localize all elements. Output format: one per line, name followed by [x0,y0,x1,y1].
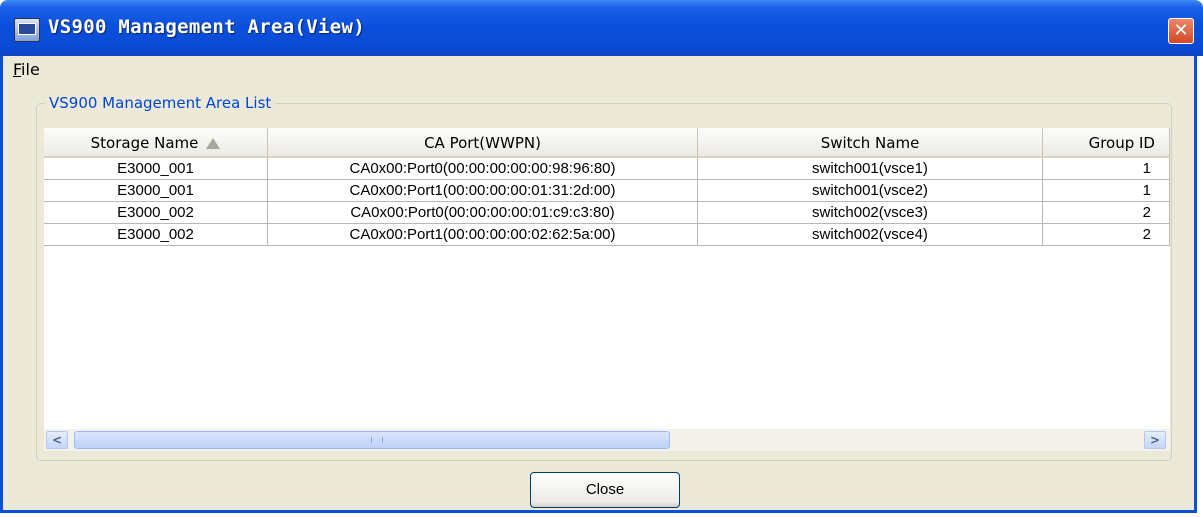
group-legend: VS900 Management Area List [45,94,276,112]
column-header-switch-name[interactable]: Switch Name [698,128,1043,158]
sort-ascending-icon [206,138,221,149]
table-cell-switch-name[interactable]: switch002(vsce4) [698,224,1043,246]
management-area-table: Storage Name CA Port(WWPN) Switch Name G… [44,128,1170,429]
menu-file-mnemonic: F [13,60,22,79]
column-header-label: Storage Name [90,134,199,152]
close-button[interactable]: Close [530,472,680,508]
window-title: VS900 Management Area(View) [48,16,365,38]
window-close-button[interactable]: ✕ [1168,18,1194,44]
table-cell-storage-name[interactable]: E3000_002 [44,202,268,224]
table-cell-group-id[interactable]: 1 [1043,158,1170,180]
table-cell-ca-port[interactable]: CA0x00:Port1(00:00:00:00:01:31:2d:00) [268,180,698,202]
table-cell-ca-port[interactable]: CA0x00:Port0(00:00:00:00:00:98:96:80) [268,158,698,180]
scroll-left-button[interactable]: < [46,431,68,449]
table-cell-group-id[interactable]: 2 [1043,202,1170,224]
scrollbar-thumb[interactable] [74,431,670,449]
table-cell-switch-name[interactable]: switch002(vsce3) [698,202,1043,224]
grip-icon [371,437,383,443]
table-cell-group-id[interactable]: 2 [1043,224,1170,246]
app-icon [14,18,40,42]
table-cell-switch-name[interactable]: switch001(vsce2) [698,180,1043,202]
column-header-label: CA Port(WWPN) [424,134,541,152]
scroll-right-button[interactable]: > [1144,431,1166,449]
column-header-group-id[interactable]: Group ID [1043,128,1170,158]
table-cell-storage-name[interactable]: E3000_002 [44,224,268,246]
table-cell-ca-port[interactable]: CA0x00:Port0(00:00:00:00:01:c9:c3:80) [268,202,698,224]
table-cell-switch-name[interactable]: switch001(vsce1) [698,158,1043,180]
column-header-label: Switch Name [820,134,920,152]
table-cell-ca-port[interactable]: CA0x00:Port1(00:00:00:00:02:62:5a:00) [268,224,698,246]
column-header-storage-name[interactable]: Storage Name [44,128,268,158]
chevron-left-icon: < [51,433,63,447]
title-bar[interactable]: VS900 Management Area(View) ✕ [0,0,1203,56]
menu-file-label: ile [21,60,40,79]
close-icon: ✕ [1173,20,1189,41]
table-cell-group-id[interactable]: 1 [1043,180,1170,202]
table-cell-storage-name[interactable]: E3000_001 [44,158,268,180]
menu-file[interactable]: File [13,60,40,79]
table-cell-storage-name[interactable]: E3000_001 [44,180,268,202]
column-header-label: Group ID [1088,134,1155,152]
chevron-right-icon: > [1149,433,1161,447]
horizontal-scrollbar[interactable]: < > [44,429,1170,451]
column-header-ca-port[interactable]: CA Port(WWPN) [268,128,698,158]
menu-bar: File [3,56,1194,86]
